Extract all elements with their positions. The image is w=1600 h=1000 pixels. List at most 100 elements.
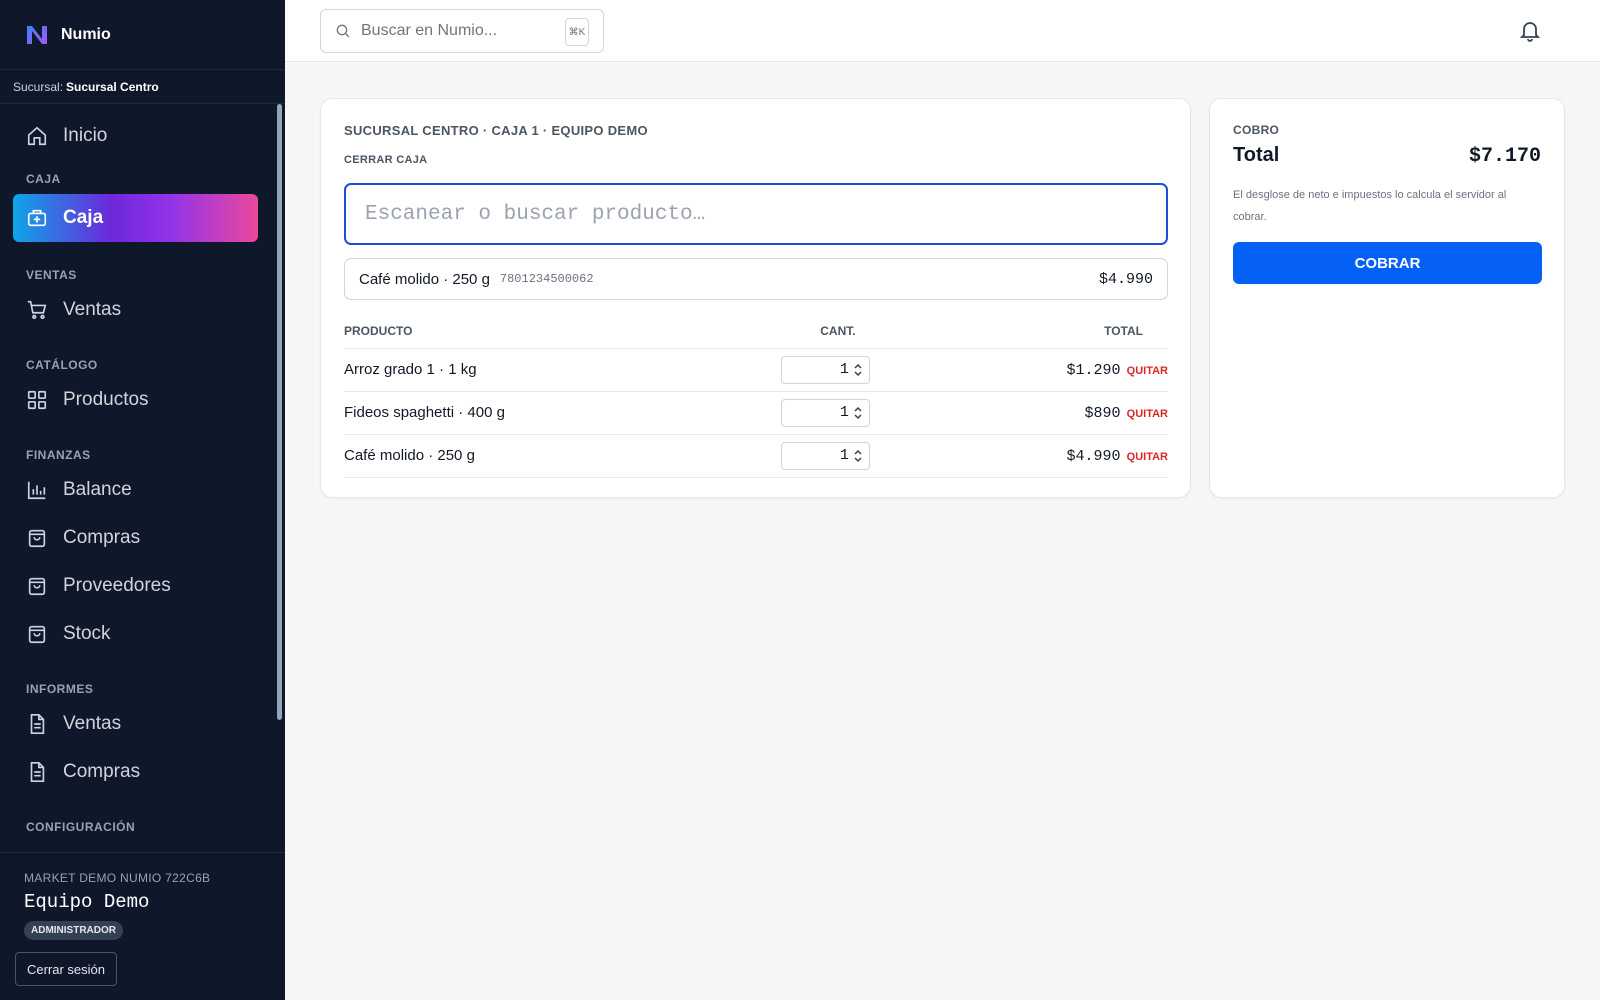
- cash-register-icon: [26, 207, 48, 229]
- account-panel: MARKET DEMO NUMIO 722C6B Equipo Demo ADM…: [0, 852, 285, 1000]
- total-cell: $1.290 QUITAR: [887, 348, 1168, 392]
- remove-item-button[interactable]: QUITAR: [1127, 365, 1168, 377]
- item-total: $1.290: [1066, 361, 1121, 379]
- bag-icon: [26, 527, 48, 549]
- total-cell: $4.990 QUITAR: [887, 434, 1168, 478]
- breadcrumb: SUCURSAL CENTRO · CAJA 1 · EQUIPO DEMO: [344, 123, 648, 138]
- sidebar-item-label: Ventas: [63, 299, 122, 320]
- sidebar-item-label: Caja: [63, 207, 104, 228]
- item-name: Fideos spaghetti · 400 g: [344, 391, 788, 435]
- qty-cell: 1: [780, 434, 888, 478]
- sidebar-item-balance[interactable]: Balance: [0, 466, 278, 514]
- checkout-panel: COBRO Total $7.170 El desglose de neto e…: [1209, 98, 1565, 498]
- column-header-product: PRODUCTO: [344, 314, 788, 349]
- sidebar-item-informes-compras[interactable]: Compras: [0, 748, 278, 796]
- sidebar-item-label: Balance: [63, 479, 132, 500]
- sidebar-item-caja[interactable]: Caja: [13, 194, 258, 242]
- logout-button[interactable]: Cerrar sesión: [15, 952, 117, 986]
- sidebar-item-label: Productos: [63, 389, 149, 410]
- sidebar-item-label: Inicio: [63, 125, 108, 146]
- role-badge: ADMINISTRADOR: [24, 921, 123, 940]
- total-cell: $890 QUITAR: [887, 391, 1168, 435]
- total-value: $7.170: [1468, 145, 1541, 168]
- table-row: Café molido · 250 g 1 $4.990 QUITAR: [344, 434, 1168, 478]
- table-row: Fideos spaghetti · 400 g 1 $890 QUITAR: [344, 391, 1168, 435]
- qty-cell: 1: [780, 391, 888, 435]
- sidebar-item-stock[interactable]: Stock: [0, 610, 278, 658]
- branch-indicator: Sucursal: Sucursal Centro: [0, 70, 285, 104]
- sidebar-item-productos[interactable]: Productos: [0, 376, 278, 424]
- column-header-qty: CANT.: [787, 314, 888, 349]
- document-icon: [26, 713, 48, 735]
- spinner-arrows-icon[interactable]: [853, 405, 863, 421]
- sidebar: Numio Sucursal: Sucursal Centro Inicio C…: [0, 0, 285, 1000]
- tax-note: El desglose de neto e impuestos lo calcu…: [1233, 189, 1507, 223]
- bell-icon[interactable]: [1518, 19, 1542, 43]
- total-label: Total: [1233, 144, 1280, 166]
- remove-item-button[interactable]: QUITAR: [1127, 451, 1168, 463]
- organization-name: MARKET DEMO NUMIO 722C6B: [24, 871, 211, 885]
- bag-icon: [26, 623, 48, 645]
- quantity-value: 1: [839, 404, 849, 421]
- section-ventas: VENTAS: [26, 268, 77, 282]
- table-row: Arroz grado 1 · 1 kg 1 $1.290 QUITAR: [344, 348, 1168, 392]
- column-header-total: TOTAL: [887, 314, 1168, 349]
- close-register-link[interactable]: CERRAR CAJA: [344, 154, 427, 166]
- checkout-label: COBRO: [1233, 123, 1280, 137]
- brand-name: Numio: [61, 25, 111, 43]
- table-header: PRODUCTO CANT. TOTAL: [344, 314, 1168, 349]
- sidebar-scrollbar[interactable]: [277, 104, 282, 720]
- spinner-arrows-icon[interactable]: [853, 362, 863, 378]
- section-informes: INFORMES: [26, 682, 94, 696]
- quantity-value: 1: [839, 361, 849, 378]
- section-caja: CAJA: [26, 172, 61, 186]
- sidebar-item-compras[interactable]: Compras: [0, 514, 278, 562]
- quantity-stepper[interactable]: 1: [780, 355, 870, 384]
- branch-label: Sucursal:: [13, 79, 64, 94]
- numio-logo-icon: [27, 25, 47, 44]
- branch-name: Sucursal Centro: [66, 79, 159, 94]
- section-configuracion: CONFIGURACIÓN: [26, 820, 136, 834]
- search-input[interactable]: [361, 22, 561, 40]
- charge-button[interactable]: COBRAR: [1233, 242, 1542, 284]
- quantity-stepper[interactable]: 1: [780, 441, 870, 470]
- top-bar: ⌘K: [285, 0, 1600, 62]
- suggestion-name: Café molido · 250 g: [359, 270, 490, 288]
- pos-panel: SUCURSAL CENTRO · CAJA 1 · EQUIPO DEMO C…: [320, 98, 1191, 498]
- sidebar-item-label: Ventas: [63, 713, 122, 734]
- sidebar-item-label: Compras: [63, 527, 141, 548]
- cart-icon: [26, 299, 48, 321]
- home-icon: [26, 125, 48, 147]
- document-icon: [26, 761, 48, 783]
- sidebar-item-inicio[interactable]: Inicio: [0, 112, 278, 160]
- sidebar-item-label: Stock: [63, 623, 111, 644]
- grid-icon: [26, 389, 48, 411]
- global-search[interactable]: ⌘K: [320, 9, 604, 53]
- product-scan-input[interactable]: [344, 183, 1168, 245]
- section-finanzas: FINANZAS: [26, 448, 91, 462]
- item-name: Café molido · 250 g: [344, 434, 788, 478]
- cart-table: PRODUCTO CANT. TOTAL Arroz grado 1 · 1 k…: [344, 314, 1168, 478]
- quantity-stepper[interactable]: 1: [780, 398, 870, 427]
- spinner-arrows-icon[interactable]: [853, 448, 863, 464]
- total-row: Total $7.170: [1233, 144, 1541, 168]
- product-suggestion[interactable]: Café molido · 250 g 7801234500062 $4.990: [344, 258, 1168, 300]
- sidebar-item-proveedores[interactable]: Proveedores: [0, 562, 278, 610]
- brand[interactable]: Numio: [0, 0, 285, 70]
- sidebar-item-label: Compras: [63, 761, 141, 782]
- section-catalogo: CATÁLOGO: [26, 358, 98, 372]
- search-icon: [336, 24, 350, 38]
- bar-chart-icon: [26, 479, 48, 501]
- sidebar-item-ventas[interactable]: Ventas: [0, 286, 278, 334]
- item-name: Arroz grado 1 · 1 kg: [344, 348, 788, 392]
- quantity-value: 1: [839, 447, 849, 464]
- remove-item-button[interactable]: QUITAR: [1127, 408, 1168, 420]
- bag-icon: [26, 575, 48, 597]
- suggestion-price: $4.990: [1098, 270, 1153, 288]
- sidebar-nav: Inicio CAJA Caja VENTAS Ventas CATÁLOGO …: [0, 104, 278, 850]
- sidebar-item-label: Proveedores: [63, 575, 171, 596]
- item-total: $4.990: [1066, 447, 1121, 465]
- qty-cell: 1: [780, 348, 888, 392]
- user-name: Equipo Demo: [24, 891, 150, 913]
- sidebar-item-informes-ventas[interactable]: Ventas: [0, 700, 278, 748]
